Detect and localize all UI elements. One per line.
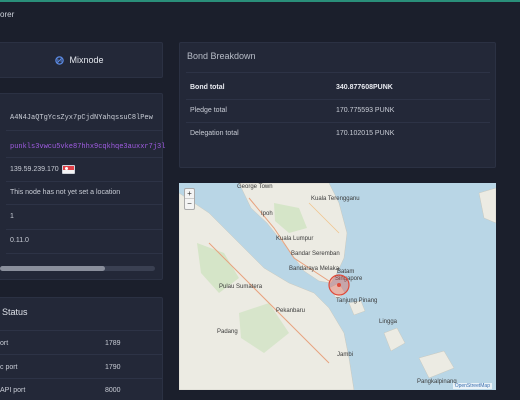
row-divider [6,229,163,230]
map-label: Pekanbaru [276,308,305,314]
map-label: Ipoh [261,211,273,217]
row-divider [6,157,163,158]
row-divider [0,378,162,379]
status-port-label: ort [0,340,9,347]
horizontal-scrollbar[interactable] [0,266,155,271]
bond-total-value: 340.877608PUNK [336,84,393,91]
row-divider [186,122,490,123]
map-label: Kuala Terengganu [311,196,360,202]
map-attribution-link[interactable]: OpenStreetMap [452,383,492,389]
top-accent-line [0,0,520,2]
map-label: Tanjung Pinang [336,298,377,304]
map-label: Jambi [337,352,353,358]
map-label: Bandaraya Melaka [289,266,340,272]
delegation-total-label: Delegation total [190,130,239,137]
bond-total-label: Bond total [190,84,225,91]
location-text: This node has not yet set a location [10,189,121,196]
zoom-in-button[interactable]: + [185,189,194,199]
version-value: 0.11.0 [10,237,29,244]
status-port-label: c port [0,364,18,371]
mixnode-label: Mixnode [69,55,104,65]
row-divider [6,130,163,131]
owner-address-link[interactable]: punkls3vwcu5vke87hhx9cqkhqe3auxxr7j3l [10,143,165,151]
host-address: 139.59.239.170 [10,166,59,173]
app-title: orer [0,10,15,19]
row-divider [6,181,163,182]
row-divider [0,354,162,355]
map-label: Pulau Sumatera [219,284,263,290]
map-label: Batam [337,269,354,275]
zoom-out-button[interactable]: − [185,199,194,209]
map-label: Lingga [379,319,398,325]
layer-value: 1 [10,213,14,220]
row-divider [186,72,490,73]
scrollbar-thumb[interactable] [0,266,106,271]
delegation-total-value: 170.102015 PUNK [336,130,395,137]
map-label: George Town [237,184,273,190]
singapore-flag-icon [62,165,75,174]
status-port-value: 1789 [105,340,121,347]
status-title: Status [2,307,28,317]
row-divider [6,204,163,205]
map-label: Padang [217,329,238,335]
map-label: Bandar Seremban [291,251,340,257]
pledge-total-label: Pledge total [190,107,227,114]
row-divider [0,330,162,331]
status-port-value: 8000 [105,387,121,394]
map-label: Kuala Lumpur [276,236,313,242]
mixnode-header-card: Mixnode [0,42,163,78]
status-port-label: API port [0,387,26,394]
row-divider [186,99,490,100]
marker-center-icon [337,283,341,287]
pledge-total-value: 170.775593 PUNK [336,107,395,114]
row-divider [6,253,163,254]
map-label: Pangkalpinang [417,379,457,385]
map-canvas[interactable]: George Town Kuala Terengganu Ipoh Kuala … [179,183,496,390]
node-location-map[interactable]: George Town Kuala Terengganu Ipoh Kuala … [179,183,496,390]
identity-key[interactable]: A4N4JaQTgYcsZyx7pCjdNYahqssuC8lPew [10,114,153,122]
map-zoom-control[interactable]: + − [184,188,195,210]
status-port-value: 1790 [105,364,121,371]
nym-logo-icon [55,55,65,65]
bond-breakdown-title: Bond Breakdown [187,51,256,61]
